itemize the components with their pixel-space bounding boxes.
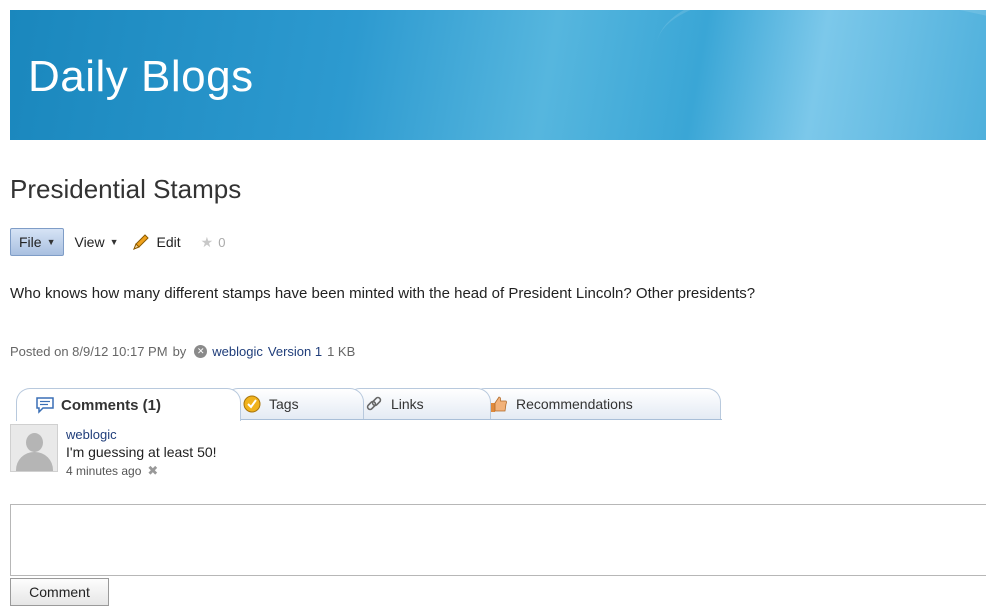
view-menu-button[interactable]: View ▼ bbox=[74, 234, 118, 250]
pencil-icon bbox=[132, 234, 149, 250]
file-size: 1 KB bbox=[327, 344, 356, 359]
header-banner: Daily Blogs bbox=[10, 10, 986, 140]
tab-links[interactable]: Links bbox=[346, 388, 491, 419]
edit-button[interactable]: Edit bbox=[131, 232, 181, 252]
avatar bbox=[10, 424, 58, 472]
edit-label: Edit bbox=[156, 234, 181, 250]
file-menu-label: File bbox=[19, 234, 42, 250]
banner-decoration bbox=[634, 10, 986, 140]
comment-time: 4 minutes ago bbox=[66, 464, 142, 478]
user-status-icon: ✕ bbox=[194, 345, 208, 358]
posted-date: Posted on 8/9/12 10:17 PM bbox=[10, 344, 168, 359]
thumbs-up-icon bbox=[490, 395, 508, 413]
post-toolbar: File ▼ View ▼ Edit ★ 0 bbox=[10, 228, 225, 256]
comment-button[interactable]: Comment bbox=[10, 578, 109, 606]
file-menu-button[interactable]: File ▼ bbox=[10, 228, 65, 256]
post-title: Presidential Stamps bbox=[10, 174, 242, 204]
comment-meta: 4 minutes ago ✖ bbox=[66, 463, 158, 479]
comment-input[interactable] bbox=[10, 504, 986, 576]
star-icon: ★ bbox=[200, 233, 214, 250]
post-meta: Posted on 8/9/12 10:17 PM by ✕ weblogic … bbox=[10, 344, 355, 359]
by-label: by bbox=[172, 344, 187, 359]
rating-button[interactable]: ★ 0 bbox=[201, 234, 226, 251]
tab-label: Links bbox=[391, 396, 424, 412]
tab-recommendations[interactable]: Recommendations bbox=[471, 388, 721, 419]
tag-icon bbox=[243, 395, 261, 413]
delete-icon[interactable]: ✖ bbox=[147, 463, 158, 479]
tab-tags[interactable]: Tags bbox=[224, 388, 364, 419]
tab-comments[interactable]: Comments (1) bbox=[16, 388, 241, 421]
rating-count: 0 bbox=[218, 234, 226, 250]
comment-author-link[interactable]: weblogic bbox=[66, 427, 117, 442]
avatar-silhouette bbox=[26, 433, 43, 452]
tab-label: Tags bbox=[269, 396, 299, 412]
comment-text: I'm guessing at least 50! bbox=[66, 444, 217, 460]
view-menu-label: View bbox=[74, 234, 105, 250]
post-tabs: Recommendations Links Tags Comments (1) bbox=[16, 386, 722, 421]
comment-icon bbox=[35, 396, 54, 414]
tab-label: Recommendations bbox=[516, 396, 633, 412]
link-icon bbox=[365, 395, 383, 413]
tab-label: Comments (1) bbox=[61, 396, 162, 414]
avatar-silhouette bbox=[16, 452, 53, 471]
author-link[interactable]: weblogic bbox=[212, 344, 263, 359]
post-body: Who knows how many different stamps have… bbox=[10, 285, 756, 302]
chevron-down-icon: ▼ bbox=[46, 237, 56, 247]
site-title: Daily Blogs bbox=[28, 52, 254, 101]
chevron-down-icon: ▼ bbox=[109, 237, 119, 247]
version-link[interactable]: Version 1 bbox=[268, 344, 322, 359]
